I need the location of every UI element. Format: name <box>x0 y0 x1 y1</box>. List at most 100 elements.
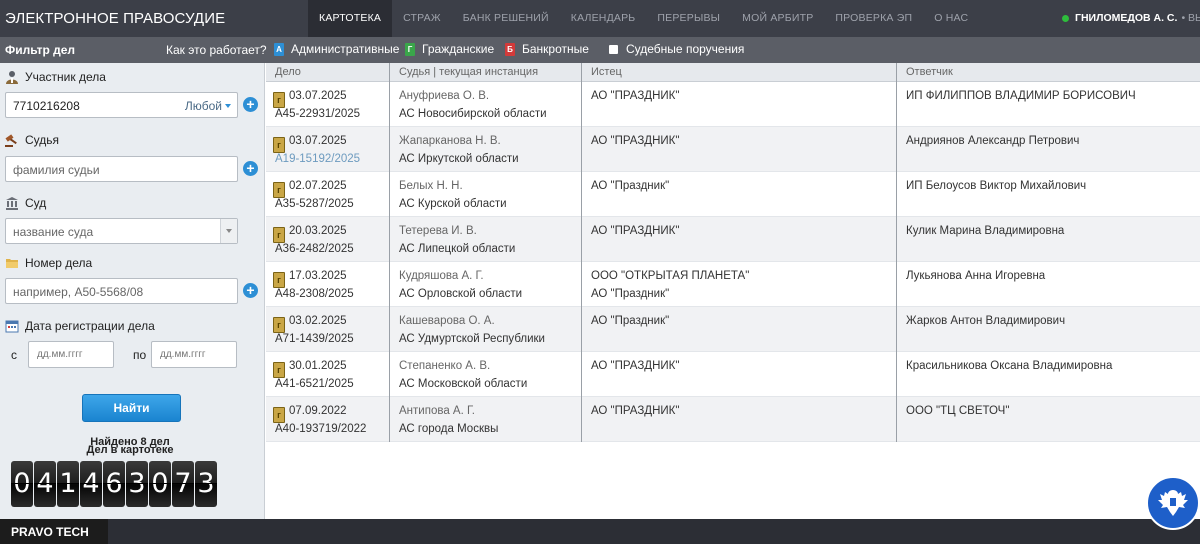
bankruptcy-case-icon: Б <box>505 42 515 56</box>
table-row[interactable]: г 17.03.2025 А48-2308/2025 Кудряшова А. Г. А… <box>266 262 1200 307</box>
column-judge: Судья | текущая инстанция <box>399 66 539 78</box>
chevron-down-icon <box>225 104 231 108</box>
plaintiff-name: АО "ПРАЗДНИК" <box>591 225 680 237</box>
case-number-input[interactable]: например, А50-5568/08 <box>13 285 143 299</box>
column-divider <box>896 63 897 442</box>
judge-name: Кашеварова О. А. <box>399 315 495 327</box>
table-header: Дело Судья | текущая инстанция Истец Отв… <box>266 63 1200 82</box>
nav-calendar[interactable]: КАЛЕНДАРЬ <box>560 0 647 37</box>
court-dropdown-button[interactable] <box>220 219 237 243</box>
card-index-label: Дел в картотеке <box>86 444 174 456</box>
participant-field[interactable]: 7710216208 Любой <box>5 92 238 118</box>
add-case-number-button[interactable]: + <box>243 283 258 298</box>
table-row[interactable]: г 30.01.2025 А41-6521/2025 Степаненко А. В.… <box>266 352 1200 397</box>
nav-strazh[interactable]: СТРАЖ <box>392 0 452 37</box>
defendant-name: Кулик Марина Владимировна <box>906 225 1065 237</box>
court-input[interactable]: название суда <box>13 225 93 239</box>
court-orders-checkbox[interactable] <box>609 44 618 54</box>
filter-bankruptcy[interactable]: Б Банкротные <box>505 42 589 56</box>
plaintiff-name: АО "ПРАЗДНИК" <box>591 135 680 147</box>
court-name: АС Липецкой области <box>399 243 516 255</box>
table-row[interactable]: г 03.07.2025 А19-15192/2025 Жапарканова Н. … <box>266 127 1200 172</box>
online-status-icon <box>1062 14 1069 22</box>
add-participant-button[interactable]: + <box>243 97 258 112</box>
case-number-link[interactable]: А19-15192/2025 <box>275 150 360 168</box>
courthouse-icon <box>5 196 19 210</box>
court-name: АС Удмуртской Республики <box>399 333 545 345</box>
plaintiff-name: АО "Праздник" <box>591 315 670 327</box>
folder-icon <box>5 256 19 270</box>
judge-field[interactable]: фамилия судьи <box>5 156 238 182</box>
counter-digit: 4 <box>34 461 56 507</box>
counter-digit: 3 <box>195 461 217 507</box>
nav-bank-decisions[interactable]: БАНК РЕШЕНИЙ <box>452 0 560 37</box>
case-number-link[interactable]: А36-2482/2025 <box>275 240 354 258</box>
date-to-input[interactable]: дд.мм.гггг <box>151 341 237 368</box>
user-name[interactable]: ГНИЛОМЕДОВ А. С. <box>1075 12 1177 24</box>
defendant-name: Красильникова Оксана Владимировна <box>906 360 1113 372</box>
site-title[interactable]: ЭЛЕКТРОННОЕ ПРАВОСУДИЕ <box>5 10 225 27</box>
user-menu[interactable]: ГНИЛОМЕДОВ А. С. • ВЫЙ <box>1062 12 1200 24</box>
court-name: АС Орловской области <box>399 288 523 300</box>
case-number-link[interactable]: А35-5287/2025 <box>275 195 354 213</box>
nav-breaks[interactable]: ПЕРЕРЫВЫ <box>646 0 731 37</box>
defendant-name: Лукьянова Анна Игоревна <box>906 270 1046 282</box>
case-number-link[interactable]: А41-6521/2025 <box>275 375 354 393</box>
court-select[interactable]: название суда <box>5 218 238 244</box>
case-number-link[interactable]: А48-2308/2025 <box>275 285 354 303</box>
counter-digit: 1 <box>57 461 79 507</box>
court-section-label: Суд <box>5 196 46 210</box>
table-row[interactable]: г 03.02.2025 А71-1439/2025 Кашеварова О. А.… <box>266 307 1200 352</box>
judge-name: Степаненко А. В. <box>399 360 491 372</box>
find-button[interactable]: Найти <box>82 394 181 422</box>
judge-name: Жапарканова Н. В. <box>399 135 501 147</box>
case-number-link[interactable]: А71-1439/2025 <box>275 330 354 348</box>
court-name: АС Московской области <box>399 378 528 390</box>
filter-title: Фильтр дел <box>5 43 76 57</box>
table-row[interactable]: г 03.07.2025 А45-22931/2025 Ануфриева О. В.… <box>266 82 1200 127</box>
filter-bankruptcy-label: Банкротные <box>522 42 589 56</box>
case-date: 02.07.2025 <box>289 180 347 192</box>
defendant-name: Андриянов Александр Петрович <box>906 135 1080 147</box>
nav-kartoteka[interactable]: КАРТОТЕКА <box>308 0 393 37</box>
filter-court-orders[interactable]: Судебные поручения <box>609 42 744 56</box>
judge-input[interactable]: фамилия судьи <box>13 163 100 177</box>
case-number-section-label: Номер дела <box>5 256 92 270</box>
case-date: 03.07.2025 <box>289 90 347 102</box>
emblem-icon[interactable] <box>1146 476 1200 530</box>
case-number-link[interactable]: А45-22931/2025 <box>275 105 360 123</box>
counter-digit: 0 <box>11 461 33 507</box>
how-it-works-link[interactable]: Как это работает? <box>166 43 267 57</box>
footer-brand[interactable]: PRAVO TECH <box>0 519 108 544</box>
case-date: 30.01.2025 <box>289 360 347 372</box>
column-case: Дело <box>275 66 301 78</box>
nav-about[interactable]: О НАС <box>923 0 979 37</box>
plaintiff-name: ООО "ОТКРЫТАЯ ПЛАНЕТА" <box>591 270 750 282</box>
column-divider <box>581 63 582 442</box>
date-to-label: по <box>133 348 147 362</box>
judge-name: Белых Н. Н. <box>399 180 463 192</box>
case-number-field[interactable]: например, А50-5568/08 <box>5 278 238 304</box>
nav-my-arbitr[interactable]: МОЙ АРБИТР <box>731 0 824 37</box>
participant-input[interactable]: 7710216208 <box>13 99 80 113</box>
main-nav: КАРТОТЕКА СТРАЖ БАНК РЕШЕНИЙ КАЛЕНДАРЬ П… <box>308 0 979 37</box>
filter-civil[interactable]: Г Гражданские <box>405 42 494 56</box>
judge-name: Антипова А. Г. <box>399 405 475 417</box>
filter-administrative[interactable]: А Административные <box>274 42 399 56</box>
participant-role-select[interactable]: Любой <box>185 99 231 113</box>
case-date: 20.03.2025 <box>289 225 347 237</box>
add-judge-button[interactable]: + <box>243 161 258 176</box>
table-row[interactable]: г 20.03.2025 А36-2482/2025 Тетерева И. В. АС… <box>266 217 1200 262</box>
nav-check-signature[interactable]: ПРОВЕРКА ЭП <box>824 0 923 37</box>
plaintiff-name: АО "ПРАЗДНИК" <box>591 360 680 372</box>
defendant-name: ИП Белоусов Виктор Михайлович <box>906 180 1087 192</box>
logout-link[interactable]: • ВЫЙ <box>1181 12 1200 24</box>
table-row[interactable]: г 07.09.2022 А40-193719/2022 Антипова А. Г.… <box>266 397 1200 442</box>
judge-name: Тетерева И. В. <box>399 225 477 237</box>
court-name: АС Курской области <box>399 198 507 210</box>
date-from-input[interactable]: дд.мм.гггг <box>28 341 114 368</box>
table-row[interactable]: г 02.07.2025 А35-5287/2025 Белых Н. Н. АС Ку… <box>266 172 1200 217</box>
case-number-link[interactable]: А40-193719/2022 <box>275 420 366 438</box>
judge-name: Ануфриева О. В. <box>399 90 490 102</box>
plaintiff-name: АО "ПРАЗДНИК" <box>591 405 680 417</box>
